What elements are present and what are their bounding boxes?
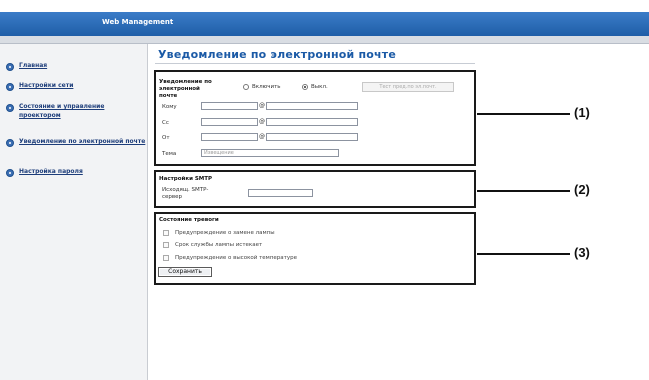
bullet-icon: [6, 63, 14, 71]
page-title: Уведомление по электронной почте: [158, 48, 396, 61]
callout-1: (1): [574, 105, 590, 120]
bullet-icon: [6, 83, 14, 91]
bullet-icon: [6, 104, 14, 112]
lamp-replace-checkbox-row[interactable]: Предупреждение о замене лампы: [163, 230, 275, 236]
high-temp-checkbox-row[interactable]: Предупреждение о высокой температуре: [163, 255, 297, 261]
sidebar-item-network[interactable]: Настройки сети: [6, 81, 131, 91]
sidebar-item-projector[interactable]: Состояние и управление проектором: [6, 102, 119, 120]
alarm-panel: Состояние тревоги Предупреждение о замен…: [154, 212, 476, 285]
smtp-server-label: Исходящ. SMTP-сервер: [162, 187, 209, 200]
from-domain-input[interactable]: [266, 133, 358, 141]
at-sign: @: [259, 118, 265, 125]
bullet-icon: [6, 169, 14, 177]
callout-2: (2): [574, 182, 590, 197]
test-email-button[interactable]: Тест пред.по эл.почт.: [362, 82, 454, 92]
sidebar-item-label[interactable]: Уведомление по электронной почте: [19, 137, 149, 146]
divider: [155, 63, 475, 64]
from-user-input[interactable]: [201, 133, 258, 141]
top-banner: Web Management: [0, 12, 649, 36]
cc-user-input[interactable]: [201, 118, 258, 126]
cc-domain-input[interactable]: [266, 118, 358, 126]
radio-disable[interactable]: Выкл.: [302, 84, 328, 90]
sidebar-item-label[interactable]: Состояние и управление проектором: [19, 102, 119, 120]
callout-line: [477, 113, 570, 115]
checkbox[interactable]: [163, 255, 169, 261]
radio-selected-icon[interactable]: [302, 84, 308, 90]
app-title: Web Management: [102, 18, 174, 26]
callout-3: (3): [574, 245, 590, 260]
checkbox[interactable]: [163, 242, 169, 248]
sidebar-item-label[interactable]: Настройки сети: [19, 81, 131, 90]
subject-input[interactable]: Извещение: [201, 149, 339, 157]
callout-line: [477, 253, 570, 255]
lamp-life-checkbox-row[interactable]: Срок службы лампы истекает: [163, 242, 262, 248]
checkbox[interactable]: [163, 230, 169, 236]
save-button[interactable]: Сохранить: [158, 267, 212, 277]
from-label: От: [162, 135, 170, 141]
smtp-title: Настройки SMTP: [159, 176, 213, 182]
sidebar-item-label[interactable]: Главная: [19, 61, 131, 70]
sidebar-item-password[interactable]: Настройка пароля: [6, 167, 131, 177]
radio-icon[interactable]: [243, 84, 249, 90]
sidebar: Главная Настройки сети Состояние и управ…: [0, 44, 148, 380]
radio-enable[interactable]: Включить: [243, 84, 281, 90]
cc-label: Cc: [162, 120, 169, 126]
email-notification-panel: Уведомление по электронной почте Включит…: [154, 70, 476, 166]
sidebar-item-label[interactable]: Настройка пароля: [19, 167, 131, 176]
sidebar-item-home[interactable]: Главная: [6, 61, 131, 71]
smtp-server-input[interactable]: [248, 189, 313, 197]
subject-label: Тема: [162, 151, 177, 157]
at-sign: @: [259, 133, 265, 140]
header-strip: [0, 36, 649, 44]
to-user-input[interactable]: [201, 102, 258, 110]
sidebar-item-email[interactable]: Уведомление по электронной почте: [6, 137, 149, 147]
notify-label: Уведомление по электронной почте: [159, 79, 212, 99]
alarm-title: Состояние тревоги: [159, 217, 219, 223]
at-sign: @: [259, 102, 265, 109]
callout-line: [477, 190, 570, 192]
to-domain-input[interactable]: [266, 102, 358, 110]
smtp-panel: Настройки SMTP Исходящ. SMTP-сервер: [154, 170, 476, 208]
bullet-icon: [6, 139, 14, 147]
to-label: Кому: [162, 104, 177, 110]
